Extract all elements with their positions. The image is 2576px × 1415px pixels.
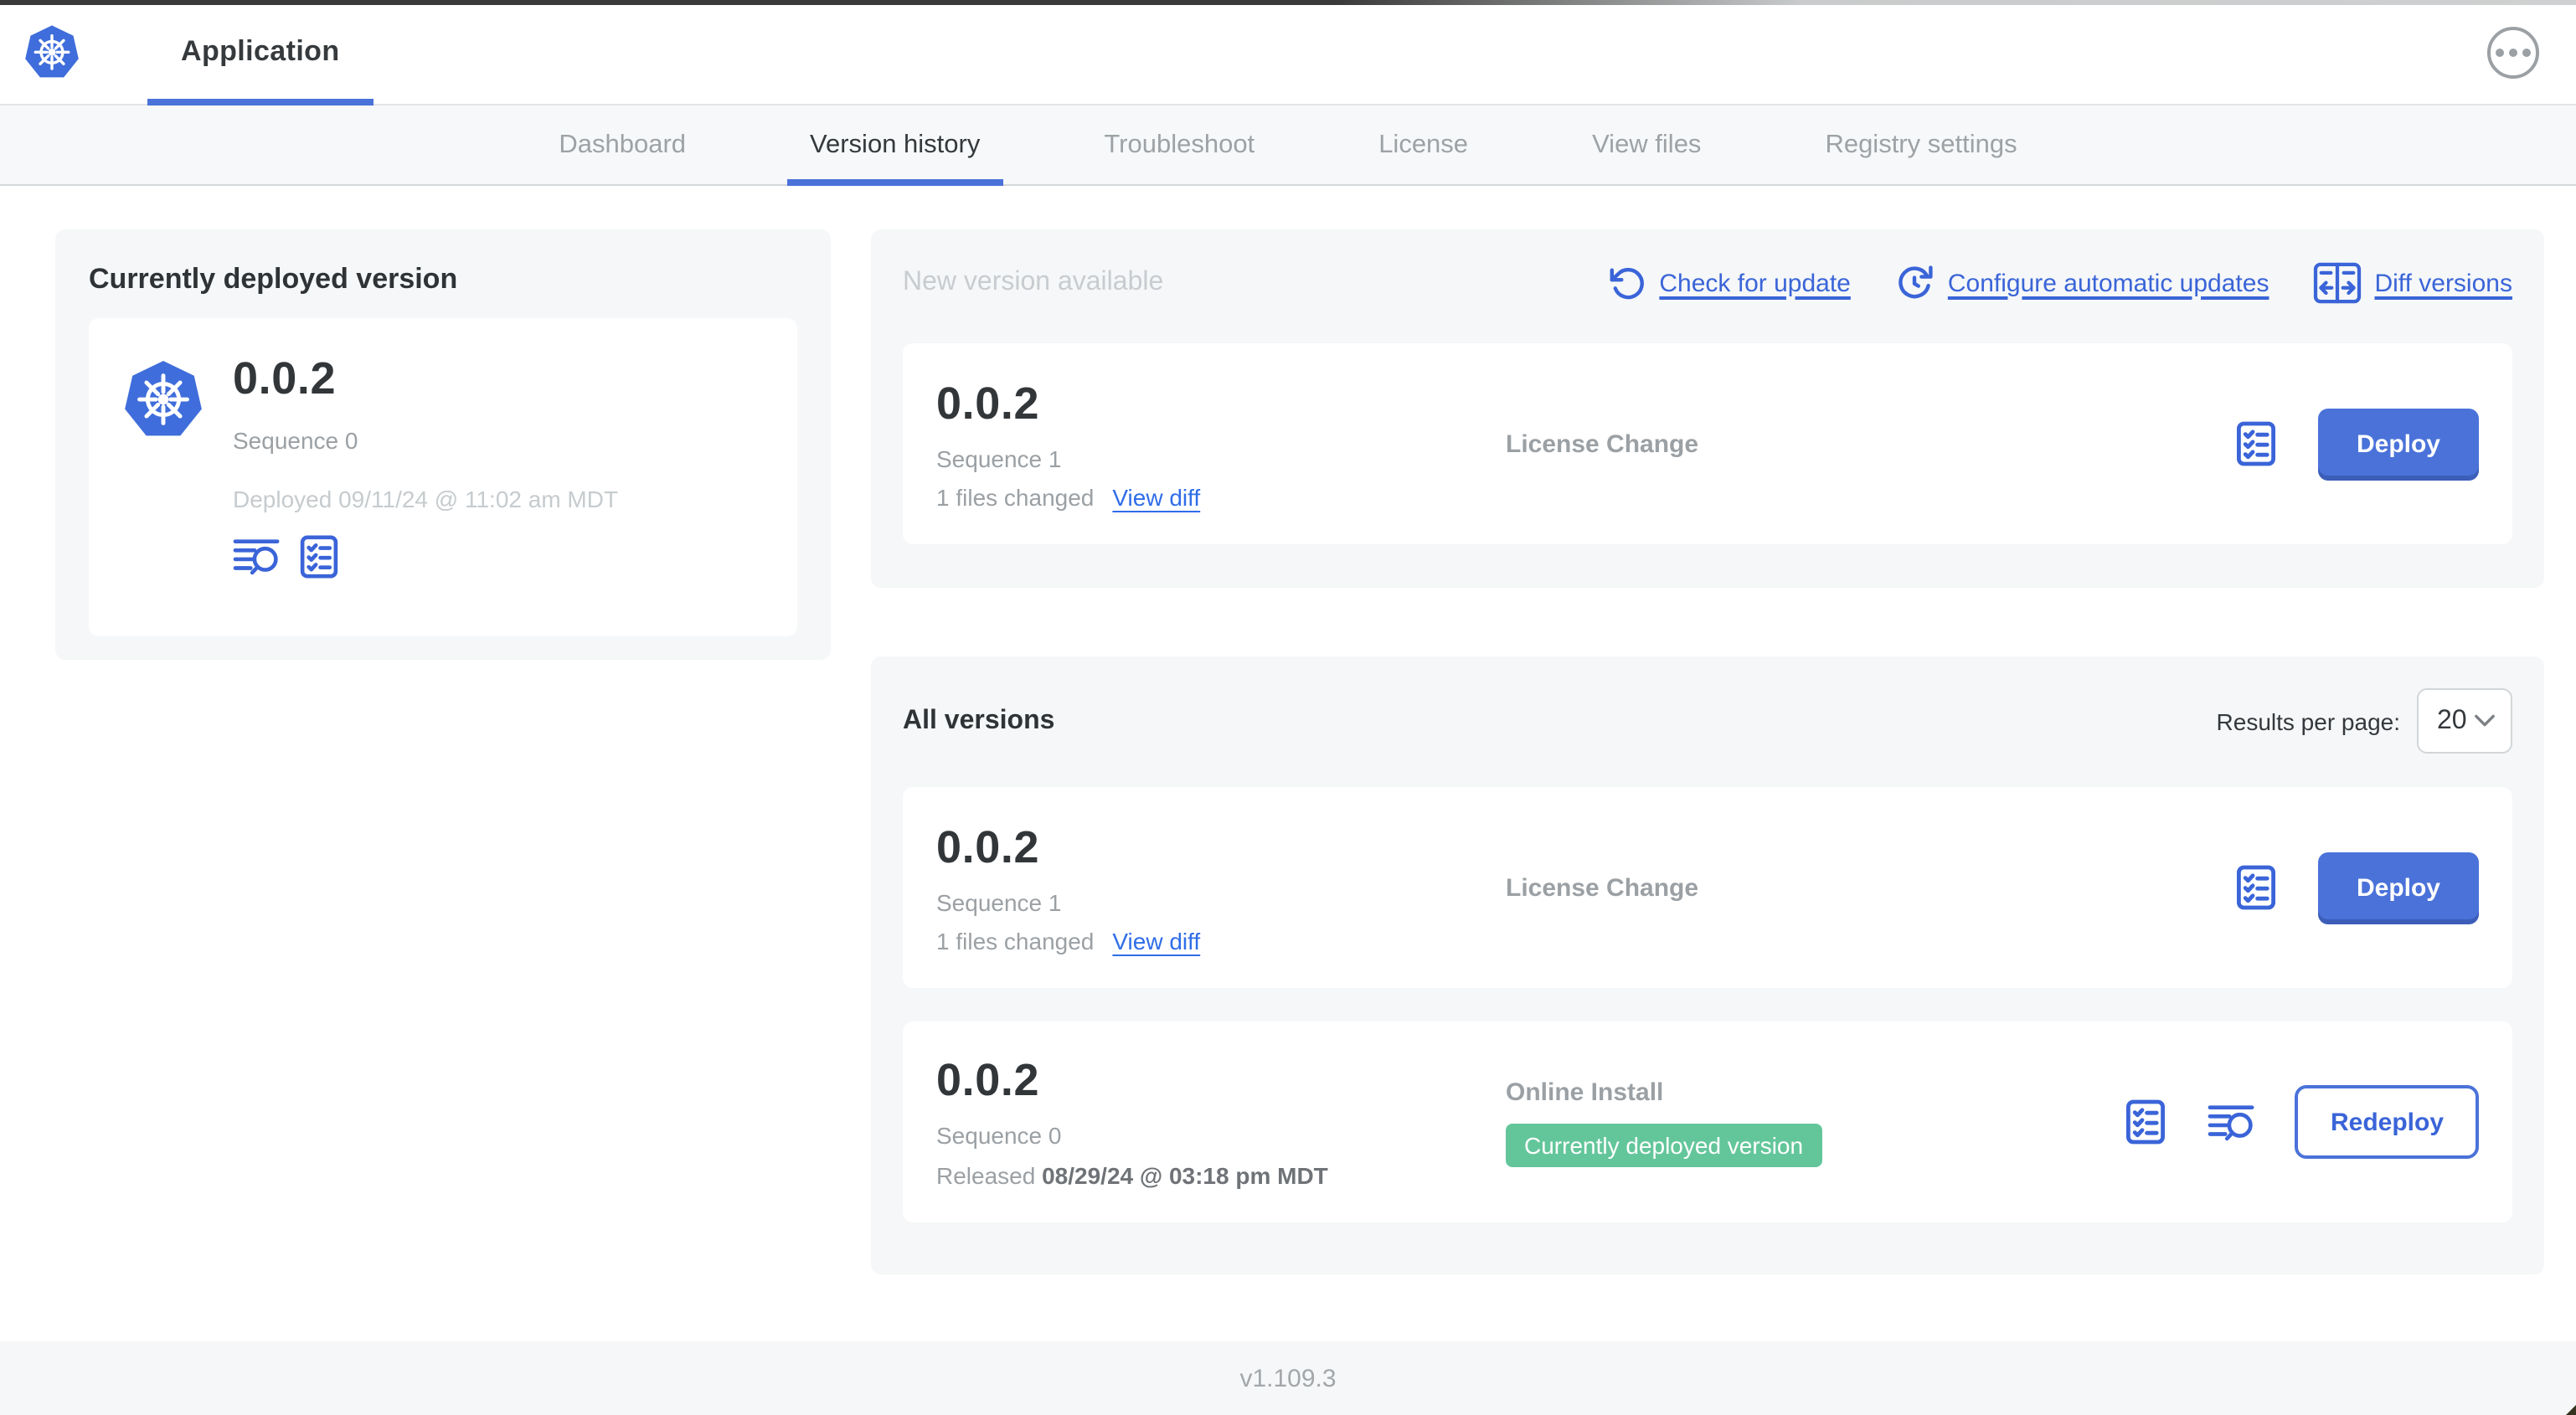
main-content: Currently deployed version 0.0.2 Sequenc… xyxy=(0,186,2576,1341)
tab-label: Version history xyxy=(810,130,981,158)
currently-deployed-badge: Currently deployed version xyxy=(1506,1123,1822,1166)
deployed-version-card: 0.0.2 Sequence 0 Deployed 09/11/24 @ 11:… xyxy=(89,318,797,636)
checklist-icon xyxy=(2233,864,2280,911)
tab-label: License xyxy=(1378,130,1469,158)
released-timestamp: Released 08/29/24 @ 03:18 pm MDT xyxy=(936,1162,1506,1189)
diff-versions-link[interactable]: Diff versions xyxy=(2312,261,2512,305)
app-footer: v1.109.3 xyxy=(0,1341,2576,1415)
results-per-page-label: Results per page: xyxy=(2216,708,2400,734)
tab-label: Registry settings xyxy=(1825,130,2017,158)
configure-automatic-updates-label: Configure automatic updates xyxy=(1947,269,2269,297)
tab-label: View files xyxy=(1592,130,1702,158)
version-row: 0.0.2 Sequence 0 Released 08/29/24 @ 03:… xyxy=(903,1021,2512,1222)
released-prefix: Released xyxy=(936,1162,1043,1189)
deploy-button[interactable]: Deploy xyxy=(2317,852,2479,924)
deployed-sequence: Sequence 0 xyxy=(233,427,358,454)
version-number: 0.0.2 xyxy=(936,1055,1040,1105)
view-config-button[interactable] xyxy=(2233,420,2280,467)
lines-magnifier-icon xyxy=(233,534,281,579)
tab-license[interactable]: License xyxy=(1355,105,1492,184)
currently-deployed-heading: Currently deployed version xyxy=(89,263,458,295)
view-logs-button[interactable] xyxy=(233,534,281,579)
app-tab[interactable]: Application xyxy=(147,0,374,105)
tab-label: Dashboard xyxy=(559,130,687,158)
version-sequence: Sequence 1 xyxy=(936,888,1062,915)
checklist-icon xyxy=(2233,420,2280,467)
cursor-artifact xyxy=(2566,1405,2576,1415)
chevron-down-icon xyxy=(2474,713,2496,728)
app-header: Application xyxy=(0,0,2576,105)
section-tab-bar: Dashboard Version history Troubleshoot L… xyxy=(0,105,2576,186)
version-number: 0.0.2 xyxy=(936,378,1040,428)
check-for-update-link[interactable]: Check for update xyxy=(1607,264,1851,302)
configure-automatic-updates-link[interactable]: Configure automatic updates xyxy=(1894,263,2269,303)
version-source-label: Online Install xyxy=(1506,1078,1664,1106)
version-sequence: Sequence 0 xyxy=(936,1122,1062,1149)
refresh-ccw-icon xyxy=(1607,264,1646,302)
app-window: Application Dashboard Version history Tr… xyxy=(0,0,2576,1415)
view-config-button[interactable] xyxy=(296,534,342,579)
currently-deployed-panel: Currently deployed version 0.0.2 Sequenc… xyxy=(55,229,831,660)
view-diff-link[interactable]: View diff xyxy=(1112,483,1200,510)
results-per-page-value: 20 xyxy=(2437,706,2467,734)
version-history-column: New version available Check for update C… xyxy=(871,229,2544,1274)
console-version: v1.109.3 xyxy=(1239,1364,1337,1392)
deployed-timestamp: Deployed 09/11/24 @ 11:02 am MDT xyxy=(233,486,619,512)
app-tab-label: Application xyxy=(181,35,340,67)
kubernetes-logo-icon xyxy=(122,358,204,442)
deploy-button[interactable]: Deploy xyxy=(2317,408,2479,480)
version-row: 0.0.2 Sequence 1 1 files changed View di… xyxy=(903,787,2512,988)
kubernetes-logo-icon xyxy=(23,23,80,81)
diff-versions-label: Diff versions xyxy=(2374,269,2512,297)
checklist-icon xyxy=(2123,1099,2170,1145)
ellipsis-icon xyxy=(2496,48,2531,56)
files-changed-text: 1 files changed xyxy=(936,483,1095,510)
app-tab-active-underline xyxy=(147,99,374,105)
tab-dashboard[interactable]: Dashboard xyxy=(535,105,709,184)
files-changed-text: 1 files changed xyxy=(936,927,1095,954)
new-version-card: 0.0.2 Sequence 1 1 files changed View di… xyxy=(903,343,2512,544)
all-versions-panel: All versions Results per page: 20 0.0.2 … xyxy=(871,656,2544,1274)
version-sequence: Sequence 1 xyxy=(936,445,1062,471)
tab-version-history[interactable]: Version history xyxy=(786,105,1004,186)
deployed-version-number: 0.0.2 xyxy=(233,353,337,404)
tab-view-files[interactable]: View files xyxy=(1569,105,1724,184)
view-logs-button[interactable] xyxy=(2208,1099,2257,1145)
check-for-update-label: Check for update xyxy=(1659,269,1851,297)
released-date: 08/29/24 @ 03:18 pm MDT xyxy=(1042,1162,1328,1189)
tab-label: Troubleshoot xyxy=(1104,130,1255,158)
tab-troubleshoot[interactable]: Troubleshoot xyxy=(1080,105,1278,184)
version-source-label: License Change xyxy=(1506,430,1699,458)
new-version-panel: New version available Check for update C… xyxy=(871,229,2544,588)
tab-registry-settings[interactable]: Registry settings xyxy=(1801,105,2040,184)
view-config-button[interactable] xyxy=(2123,1099,2170,1145)
diff-columns-icon xyxy=(2312,261,2361,305)
view-diff-link[interactable]: View diff xyxy=(1112,927,1200,954)
more-menu-button[interactable] xyxy=(2487,26,2539,78)
window-top-edge xyxy=(0,0,2576,5)
checklist-icon xyxy=(296,534,342,579)
new-version-heading: New version available xyxy=(903,268,1164,296)
results-per-page-select[interactable]: 20 xyxy=(2417,688,2512,754)
all-versions-heading: All versions xyxy=(903,706,1055,734)
view-config-button[interactable] xyxy=(2233,864,2280,911)
active-tab-underline xyxy=(786,179,1004,186)
version-source-label: License Change xyxy=(1506,873,1699,902)
clock-refresh-icon xyxy=(1894,263,1935,303)
lines-magnifier-icon xyxy=(2208,1099,2257,1145)
redeploy-button[interactable]: Redeploy xyxy=(2295,1085,2479,1159)
version-number: 0.0.2 xyxy=(936,821,1040,872)
